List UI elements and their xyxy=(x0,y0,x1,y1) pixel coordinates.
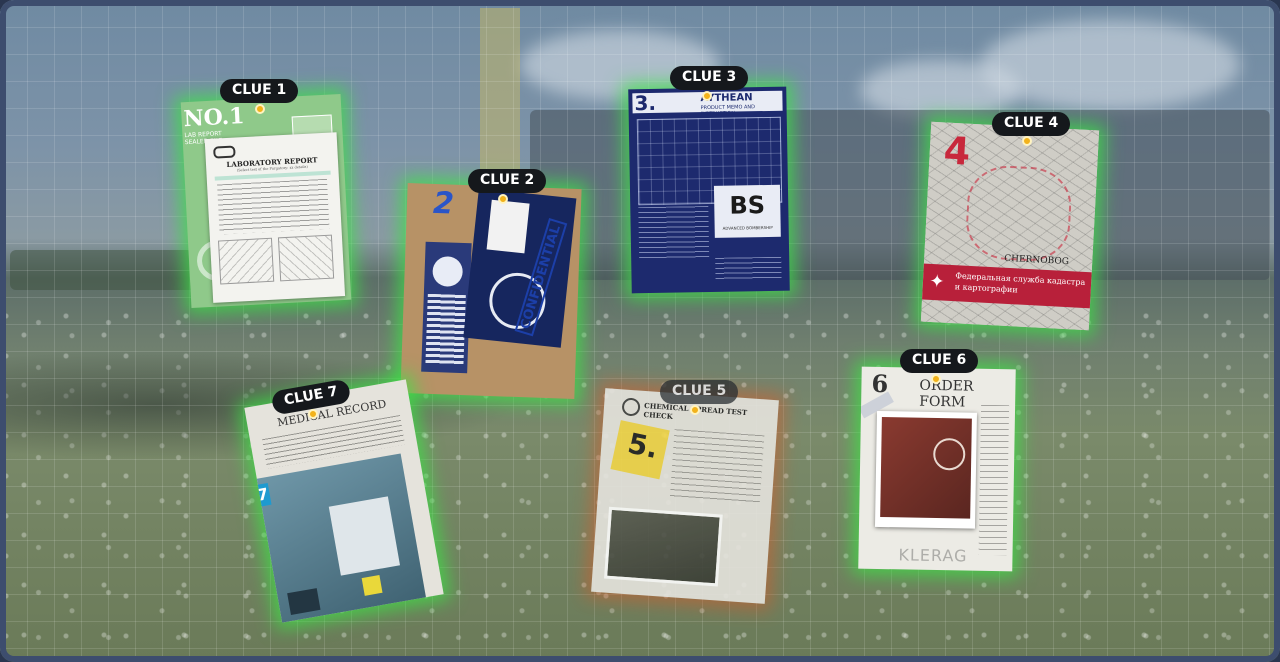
clue-2-photo-slip xyxy=(486,199,530,254)
clue-5-label[interactable]: CLUE 5 xyxy=(660,380,739,404)
clue-3-pin-icon xyxy=(702,91,712,101)
clue-6-label[interactable]: CLUE 6 xyxy=(900,349,979,373)
clue-7-warning-icon xyxy=(361,574,383,596)
clue-3-logo-box: BS ADVANCED BOMBERSHIP xyxy=(713,184,781,238)
clue-2-envelope: 2 CONFIDENTIAL xyxy=(400,183,581,399)
clue-4-number: 4 xyxy=(942,128,972,174)
clue-1-report-sheet: LABORATORY REPORT (Select test of the Pu… xyxy=(204,132,346,303)
clue-7-pin-icon xyxy=(308,409,318,419)
clue-3-label[interactable]: CLUE 3 xyxy=(670,66,749,90)
clue-2-number: 2 xyxy=(432,185,455,222)
clue-4-banner-text: Федеральная служба кадастра и картографи… xyxy=(954,271,1086,295)
clue-4-map: 4 CHERNOBOG ✦ Федеральная служба кадастр… xyxy=(920,121,1100,331)
clue-4-route-marker xyxy=(964,163,1074,264)
clue-1-folder: NO.1 LAB REPORT SEALED FILE LABORATORY R… xyxy=(181,94,352,308)
clue-4-banner: ✦ Федеральная служба кадастра и картогра… xyxy=(920,263,1096,309)
clue-6-order-form: 6 ORDER FORM KLERAG xyxy=(858,367,1016,572)
clue-5-seal-icon xyxy=(621,397,641,417)
clue-6-container-photo xyxy=(880,417,972,519)
clue-5-pin-icon xyxy=(690,405,700,415)
clue-card-5[interactable]: CHEMICAL SPREAD TEST CHECK 5. xyxy=(591,388,779,604)
clue-card-6[interactable]: 6 ORDER FORM KLERAG xyxy=(858,366,1016,572)
clue-3-logo-sub: ADVANCED BOMBERSHIP xyxy=(722,224,773,231)
clue-2-seal-icon xyxy=(432,255,464,287)
clue-card-2[interactable]: 2 CONFIDENTIAL xyxy=(400,183,582,399)
clue-5-photo xyxy=(604,506,723,587)
clue-3-manual: 3. AYTHEAN PRODUCT MEMO AND INSTRUCTION … xyxy=(628,87,790,294)
clue-1-scatter-plot xyxy=(277,234,335,282)
clue-1-label[interactable]: CLUE 1 xyxy=(220,79,299,103)
clue-3-number: 3. xyxy=(634,90,657,116)
clue-3-logo: BS xyxy=(729,191,766,220)
clue-card-4[interactable]: 4 CHERNOBOG ✦ Федеральная служба кадастр… xyxy=(920,121,1100,331)
evidence-board: NO.1 LAB REPORT SEALED FILE LABORATORY R… xyxy=(0,0,1280,662)
clue-5-header: CHEMICAL SPREAD TEST CHECK xyxy=(643,400,748,421)
clue-1-infinity-icon xyxy=(213,145,236,159)
clue-4-eagle-icon: ✦ xyxy=(928,270,946,293)
clue-4-label[interactable]: CLUE 4 xyxy=(992,112,1071,136)
clue-6-photo-frame xyxy=(874,410,977,529)
clue-1-badge: NO.1 xyxy=(182,103,246,133)
clue-1-scatter-plot xyxy=(218,237,275,285)
clue-1-pin-icon xyxy=(255,104,265,114)
clue-card-3[interactable]: 3. AYTHEAN PRODUCT MEMO AND INSTRUCTION … xyxy=(628,86,790,294)
clue-6-pin-icon xyxy=(931,374,941,384)
clue-5-sticky-note: 5. xyxy=(610,420,670,480)
clue-2-label[interactable]: CLUE 2 xyxy=(468,169,547,193)
clue-6-stamp: KLERAG xyxy=(898,545,968,566)
clue-2-id-card xyxy=(421,241,472,374)
clue-7-scan-sheet xyxy=(328,496,401,576)
clue-5-test-sheet: CHEMICAL SPREAD TEST CHECK 5. xyxy=(591,388,779,604)
clue-4-place: CHERNOBOG xyxy=(1004,253,1070,268)
clue-card-1[interactable]: NO.1 LAB REPORT SEALED FILE LABORATORY R… xyxy=(180,93,352,309)
clue-3-subtitle: PRODUCT MEMO AND INSTRUCTION xyxy=(700,104,756,118)
clue-5-number: 5. xyxy=(624,426,662,466)
clue-6-logo-icon xyxy=(932,437,966,471)
clue-2-pin-icon xyxy=(498,194,508,204)
clue-7-xray-folder: 7 xyxy=(252,453,427,623)
clue-4-pin-icon xyxy=(1022,136,1032,146)
